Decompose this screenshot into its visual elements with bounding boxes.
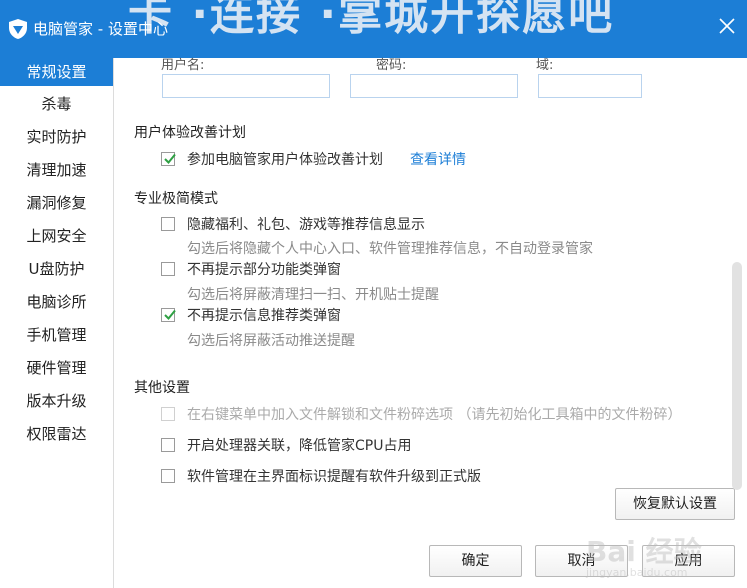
background-ghost-text: 卡 ·连接 ·掌城开探愿吧 bbox=[128, 0, 615, 40]
context-menu-checkbox bbox=[161, 407, 175, 421]
minimal-option-info-popups: 不再提示信息推荐类弹窗 bbox=[161, 307, 481, 325]
other-option-upgrade-badge: 软件管理在主界面标识提醒有软件升级到正式版 bbox=[161, 468, 511, 486]
hide-recommend-checkbox[interactable] bbox=[161, 217, 175, 231]
cpu-affinity-checkbox[interactable] bbox=[161, 438, 175, 452]
password-label: 密码: bbox=[376, 58, 407, 73]
upgrade-badge-label: 软件管理在主界面标识提醒有软件升级到正式版 bbox=[187, 469, 481, 485]
ux-plan-option: 参加电脑管家用户体验改善计划 查看详情 bbox=[161, 151, 541, 169]
other-option-cpu-affinity: 开启处理器关联，降低管家CPU占用 bbox=[161, 437, 481, 455]
username-label: 用户名: bbox=[161, 58, 205, 73]
info-popups-checkbox[interactable] bbox=[161, 308, 176, 322]
sidebar-item-pc-clinic[interactable]: 电脑诊所 bbox=[0, 288, 113, 316]
check-icon bbox=[164, 153, 176, 164]
sidebar-item-usb-protection[interactable]: U盘防护 bbox=[0, 255, 113, 283]
sidebar-item-antivirus[interactable]: 杀毒 bbox=[0, 90, 113, 118]
sidebar-item-hardware[interactable]: 硬件管理 bbox=[0, 354, 113, 382]
title-bar: 卡 ·连接 ·掌城开探愿吧 电脑管家 - 设置中心 bbox=[0, 0, 747, 58]
context-menu-label: 在右键菜单中加入文件解锁和文件粉碎选项 （请先初始化工具箱中的文件粉碎） bbox=[187, 407, 682, 423]
minimal-mode-heading: 专业极简模式 bbox=[134, 191, 218, 207]
feature-popups-checkbox[interactable] bbox=[161, 262, 175, 276]
sidebar-item-upgrade[interactable]: 版本升级 bbox=[0, 387, 113, 415]
sidebar-item-realtime-protection[interactable]: 实时防护 bbox=[0, 123, 113, 151]
view-details-link[interactable]: 查看详情 bbox=[410, 151, 466, 169]
ux-plan-heading: 用户体验改善计划 bbox=[134, 125, 246, 141]
upgrade-badge-checkbox[interactable] bbox=[161, 469, 175, 483]
sidebar-item-vuln-fix[interactable]: 漏洞修复 bbox=[0, 189, 113, 217]
hide-recommend-desc: 勾选后将隐藏个人中心入口、软件管理推荐信息，不自动登录管家 bbox=[187, 241, 593, 257]
username-field[interactable] bbox=[162, 74, 330, 98]
domain-label: 域: bbox=[536, 58, 554, 73]
feature-popups-desc: 勾选后将屏蔽清理扫一扫、开机贴士提醒 bbox=[187, 287, 439, 303]
info-popups-desc: 勾选后将屏蔽活动推送提醒 bbox=[187, 333, 355, 349]
cpu-affinity-label: 开启处理器关联，降低管家CPU占用 bbox=[187, 438, 412, 454]
vertical-scrollbar[interactable] bbox=[732, 262, 742, 490]
feature-popups-label: 不再提示部分功能类弹窗 bbox=[187, 262, 341, 278]
cancel-button[interactable]: 取消 bbox=[535, 545, 628, 577]
other-option-context-menu: 在右键菜单中加入文件解锁和文件粉碎选项 （请先初始化工具箱中的文件粉碎） bbox=[161, 406, 731, 424]
close-icon[interactable] bbox=[717, 16, 737, 36]
restore-default-button[interactable]: 恢复默认设置 bbox=[615, 488, 735, 520]
window-title: 电脑管家 - 设置中心 bbox=[33, 20, 168, 38]
sidebar: 常规设置 杀毒 实时防护 清理加速 漏洞修复 上网安全 U盘防护 电脑诊所 手机… bbox=[0, 58, 114, 588]
sidebar-item-permission-radar[interactable]: 权限雷达 bbox=[0, 420, 113, 448]
check-icon bbox=[164, 309, 176, 320]
sidebar-item-web-security[interactable]: 上网安全 bbox=[0, 222, 113, 250]
domain-field[interactable] bbox=[538, 74, 642, 98]
minimal-option-hide-recommend: 隐藏福利、礼包、游戏等推荐信息显示 bbox=[161, 216, 481, 234]
shield-logo-icon bbox=[9, 19, 27, 39]
minimal-option-feature-popups: 不再提示部分功能类弹窗 bbox=[161, 261, 481, 279]
password-field[interactable] bbox=[350, 74, 518, 98]
sidebar-item-general[interactable]: 常规设置 bbox=[0, 58, 113, 86]
sidebar-item-phone-manager[interactable]: 手机管理 bbox=[0, 321, 113, 349]
other-settings-heading: 其他设置 bbox=[134, 380, 190, 396]
ux-plan-label: 参加电脑管家用户体验改善计划 bbox=[187, 152, 383, 168]
sidebar-item-cleanup[interactable]: 清理加速 bbox=[0, 156, 113, 184]
settings-content: 用户名: 密码: 域: 用户体验改善计划 参加电脑管家用户体验改善计划 查看详情… bbox=[114, 58, 747, 588]
ok-button[interactable]: 确定 bbox=[429, 545, 522, 577]
apply-button[interactable]: 应用 bbox=[642, 545, 735, 577]
info-popups-label: 不再提示信息推荐类弹窗 bbox=[187, 308, 341, 324]
hide-recommend-label: 隐藏福利、礼包、游戏等推荐信息显示 bbox=[187, 217, 425, 233]
ux-plan-checkbox[interactable] bbox=[161, 152, 176, 166]
